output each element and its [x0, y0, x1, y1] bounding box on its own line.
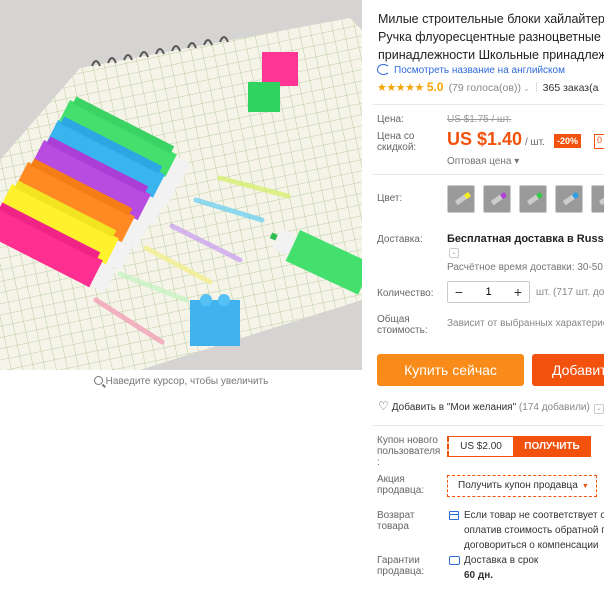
translate-link-text: Посмотреть название на английском: [394, 65, 565, 76]
guarantee-days: 60 дн.: [464, 568, 538, 583]
magnifier-icon: [93, 376, 103, 385]
label-line: Гарантии: [377, 555, 420, 566]
swatch-yellow[interactable]: [447, 185, 475, 213]
old-price: US $1.75 / шт.: [447, 114, 512, 125]
label-line: :: [377, 457, 380, 468]
decrement-button[interactable]: −: [448, 284, 470, 300]
color-label: Цвет:: [377, 193, 403, 204]
price-unit: / шт.: [525, 137, 545, 148]
label-line: Цена со: [377, 131, 415, 142]
label-line: товара: [377, 521, 409, 532]
returns-text: Если товар не соответствует о оплатив ст…: [464, 508, 604, 553]
shipping-method[interactable]: Бесплатная доставка в Russian: [447, 233, 604, 245]
seller-coupon-dropdown[interactable]: Получить купон продавца ▼: [447, 475, 597, 497]
votes-link[interactable]: (79 голоса(ов)): [449, 82, 521, 94]
title-line: Милые строительные блоки хайлайтер: [378, 12, 604, 26]
total-price-note: Зависит от выбранных характеристи: [447, 318, 604, 329]
label-line: Общая: [377, 314, 410, 325]
color-swatches: [447, 185, 604, 213]
add-to-wishlist-link[interactable]: ♡ Добавить в "Мои желания" (174 добавили)…: [378, 399, 604, 414]
delivery-time: Расчётное время доставки: 30-50: [447, 262, 603, 273]
divider: [535, 82, 537, 92]
returns-label: Возврат товара: [377, 510, 415, 532]
buy-now-button[interactable]: Купить сейчас: [377, 354, 524, 386]
label-line: скидкой:: [377, 142, 417, 153]
shipping-label: Доставка:: [377, 234, 423, 245]
quantity-stepper: − +: [447, 281, 530, 303]
guarantee-days-value: 60 дн.: [464, 570, 494, 581]
new-user-coupon-label: Купон нового пользователя :: [377, 435, 440, 468]
promo-badge: 0: [594, 134, 604, 149]
discount-badge: -20%: [554, 134, 582, 148]
guarantee-label: Гарантии продавца:: [377, 555, 424, 577]
caret-down-icon: ▼: [581, 483, 589, 490]
chevron-down-icon[interactable]: ⌄: [449, 248, 459, 258]
returns-line: договориться о компенсации: [464, 540, 599, 551]
quantity-input[interactable]: [470, 286, 507, 298]
label-line: продавца:: [377, 566, 425, 577]
label-line: пользователя: [377, 446, 441, 457]
chevron-down-icon[interactable]: ⌄: [593, 404, 604, 414]
price-label: Цена:: [377, 114, 404, 125]
swatch-purple[interactable]: [483, 185, 511, 213]
guarantee-text: Доставка в срок 60 дн.: [464, 553, 538, 583]
divider: [373, 104, 604, 105]
new-user-coupon: US $2.00 ПОЛУЧИТЬ: [447, 436, 591, 457]
label-line: продавца:: [377, 485, 425, 496]
zoom-hint-text: Наведите курсор, чтобы увеличить: [105, 376, 269, 387]
label-line: Возврат: [377, 510, 415, 521]
rating-value: 5.0: [426, 80, 444, 94]
divider: [373, 174, 604, 175]
swatch-blue[interactable]: [555, 185, 583, 213]
returns-line: оплатив стоимость обратной п: [464, 525, 604, 536]
label-line: Акция: [377, 474, 405, 485]
add-to-cart-button[interactable]: Добавить: [532, 354, 604, 386]
title-line: Ручка флуоресцентные разноцветные м: [378, 30, 604, 44]
wishlist-label: Добавить в "Мои желания": [391, 402, 517, 413]
heart-icon: ♡: [378, 399, 389, 413]
swatch-green[interactable]: [519, 185, 547, 213]
label-line: стоимость:: [377, 325, 428, 336]
product-info: Милые строительные блоки хайлайтер Ручка…: [373, 0, 604, 593]
seller-promo-label: Акция продавца:: [377, 474, 424, 496]
title-line: принадлежности Школьные принадлеж: [378, 48, 604, 62]
increment-button[interactable]: +: [507, 284, 529, 300]
product-photo-illustration: [0, 0, 362, 370]
translate-title-link[interactable]: Посмотреть название на английском: [377, 64, 565, 76]
rating-row: ★★★★★ 5.0 (79 голоса(ов)) ⌄ 365 заказ(а: [377, 80, 598, 94]
total-label: Общая стоимость:: [377, 314, 428, 336]
blue-block: [190, 294, 240, 346]
coupon-value: US $2.00: [449, 436, 513, 457]
returns-icon: [449, 511, 459, 520]
discount-price-label: Цена со скидкой:: [377, 131, 416, 153]
zoom-hint: Наведите курсор, чтобы увеличить: [0, 376, 362, 387]
stock-available: шт. (717 шт. доступн: [536, 287, 604, 298]
quantity-label: Количество:: [377, 288, 434, 299]
seller-coupon-label: Получить купон продавца: [458, 480, 578, 491]
guarantee-line: Доставка в срок: [464, 555, 539, 566]
current-price: US $1.40: [447, 129, 523, 149]
returns-line: Если товар не соответствует о: [464, 510, 604, 521]
delivery-guarantee-icon: [449, 556, 460, 565]
divider: [373, 425, 604, 426]
rating-stars: ★★★★★: [377, 82, 424, 94]
wholesale-price-dropdown[interactable]: Оптовая цена ▾: [447, 156, 519, 167]
get-coupon-button[interactable]: ПОЛУЧИТЬ: [513, 436, 591, 457]
product-image[interactable]: [0, 0, 362, 370]
label-line: Купон нового: [377, 435, 438, 446]
orders-count: 365 заказ(а: [542, 82, 599, 94]
chevron-down-icon[interactable]: ⌄: [523, 84, 530, 93]
swatch-orange[interactable]: [591, 185, 604, 213]
wishlist-count: (174 добавили): [518, 402, 590, 413]
product-title: Милые строительные блоки хайлайтер Ручка…: [378, 10, 604, 64]
translate-icon: [377, 64, 390, 75]
